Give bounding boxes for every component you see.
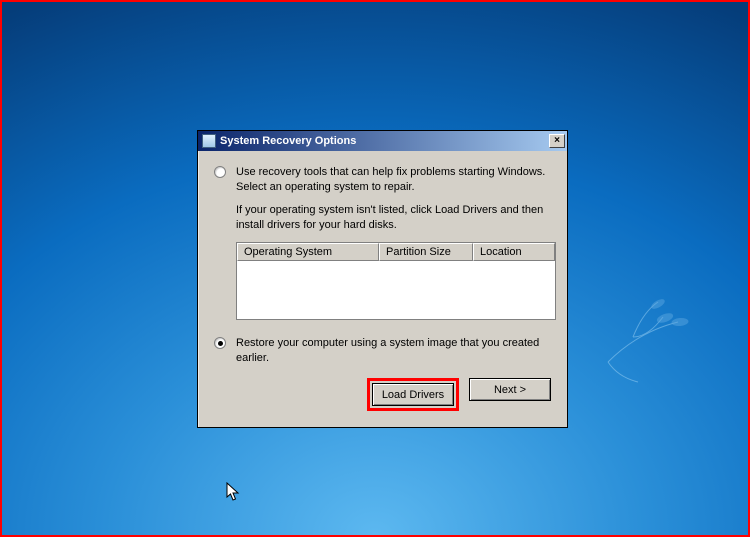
decorative-leaf: [588, 282, 708, 402]
cursor-icon: [226, 482, 242, 502]
table-body-empty[interactable]: [237, 261, 555, 319]
table-header: Operating System Partition Size Location: [237, 243, 555, 261]
button-row: Load Drivers Next >: [214, 378, 551, 411]
dialog-body: Use recovery tools that can help fix pro…: [198, 151, 567, 427]
radio-recovery-tools[interactable]: [214, 166, 226, 178]
col-partition-size[interactable]: Partition Size: [379, 243, 473, 261]
option-restore-image-label: Restore your computer using a system ima…: [236, 336, 551, 366]
load-drivers-button[interactable]: Load Drivers: [372, 383, 454, 406]
app-icon: [202, 134, 216, 148]
close-button[interactable]: ×: [549, 134, 565, 148]
option-restore-image: Restore your computer using a system ima…: [214, 336, 551, 366]
titlebar[interactable]: System Recovery Options ×: [198, 131, 567, 151]
option-recovery-tools-label: Use recovery tools that can help fix pro…: [236, 165, 551, 195]
system-recovery-dialog: System Recovery Options × Use recovery t…: [197, 130, 568, 428]
col-location[interactable]: Location: [473, 243, 555, 261]
next-button[interactable]: Next >: [469, 378, 551, 401]
col-operating-system[interactable]: Operating System: [237, 243, 379, 261]
os-table: Operating System Partition Size Location: [236, 242, 556, 320]
desktop-background: System Recovery Options × Use recovery t…: [2, 2, 748, 535]
option-recovery-tools: Use recovery tools that can help fix pro…: [214, 165, 551, 195]
dialog-title: System Recovery Options: [220, 135, 549, 147]
close-icon: ×: [554, 136, 560, 146]
radio-restore-image[interactable]: [214, 337, 226, 349]
hint-text: If your operating system isn't listed, c…: [236, 203, 551, 233]
highlight-annotation: Load Drivers: [367, 378, 459, 411]
